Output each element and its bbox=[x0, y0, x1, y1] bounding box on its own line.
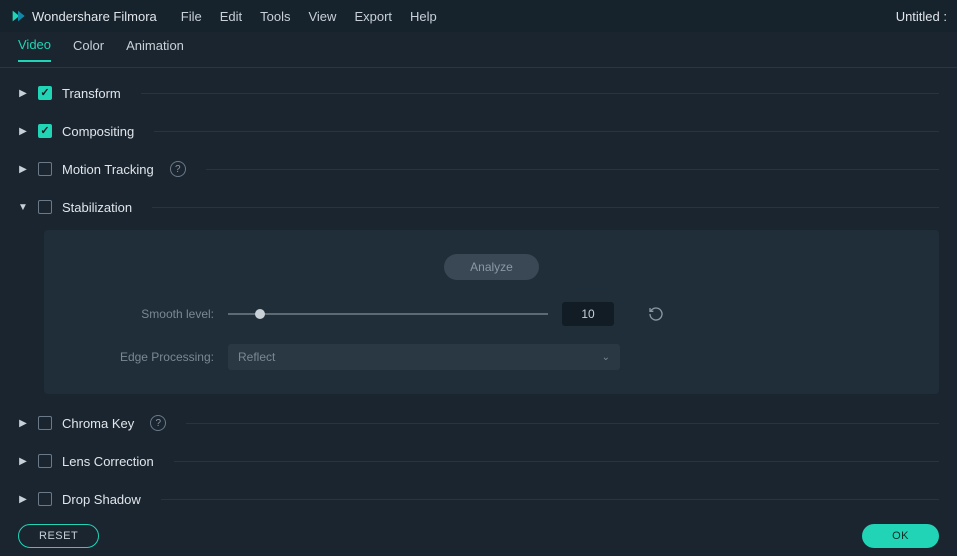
divider bbox=[206, 169, 939, 170]
chevron-right-icon[interactable]: ▶ bbox=[18, 418, 28, 429]
edge-processing-label: Edge Processing: bbox=[84, 350, 214, 364]
property-lens-correction: ▶ Lens Correction bbox=[18, 442, 939, 480]
property-stabilization: ▼ Stabilization bbox=[18, 188, 939, 226]
divider bbox=[186, 423, 939, 424]
select-value: Reflect bbox=[238, 350, 275, 364]
menu-file[interactable]: File bbox=[181, 9, 202, 24]
slider-thumb[interactable] bbox=[255, 309, 265, 319]
property-label: Lens Correction bbox=[62, 454, 154, 469]
reset-icon[interactable] bbox=[648, 306, 664, 322]
chevron-right-icon[interactable]: ▶ bbox=[18, 494, 28, 505]
menu-export[interactable]: Export bbox=[354, 9, 392, 24]
app-logo: Wondershare Filmora bbox=[10, 8, 157, 24]
menu-items: File Edit Tools View Export Help bbox=[181, 9, 437, 24]
app-name: Wondershare Filmora bbox=[32, 9, 157, 24]
ok-button[interactable]: OK bbox=[862, 524, 939, 548]
checkbox-stabilization[interactable] bbox=[38, 200, 52, 214]
checkbox-drop-shadow[interactable] bbox=[38, 492, 52, 506]
divider bbox=[154, 131, 939, 132]
checkbox-lens-correction[interactable] bbox=[38, 454, 52, 468]
tab-color[interactable]: Color bbox=[73, 38, 104, 61]
reset-button[interactable]: RESET bbox=[18, 524, 99, 548]
smooth-level-value[interactable]: 10 bbox=[562, 302, 614, 326]
menu-help[interactable]: Help bbox=[410, 9, 437, 24]
checkbox-motion-tracking[interactable] bbox=[38, 162, 52, 176]
tab-video[interactable]: Video bbox=[18, 37, 51, 62]
help-icon[interactable]: ? bbox=[170, 161, 186, 177]
property-transform: ▶ Transform bbox=[18, 74, 939, 112]
property-panel: ▶ Transform ▶ Compositing ▶ Motion Track… bbox=[0, 68, 957, 516]
menu-tools[interactable]: Tools bbox=[260, 9, 290, 24]
divider bbox=[141, 93, 939, 94]
tab-bar: Video Color Animation bbox=[0, 32, 957, 68]
checkbox-compositing[interactable] bbox=[38, 124, 52, 138]
menu-view[interactable]: View bbox=[308, 9, 336, 24]
property-label: Drop Shadow bbox=[62, 492, 141, 507]
chevron-down-icon: ⌄ bbox=[602, 352, 610, 363]
chevron-down-icon[interactable]: ▼ bbox=[18, 202, 28, 213]
bottom-bar: RESET OK bbox=[0, 516, 957, 556]
filmora-logo-icon bbox=[10, 8, 26, 24]
divider bbox=[161, 499, 939, 500]
analyze-row: Analyze bbox=[84, 254, 899, 280]
property-label: Chroma Key bbox=[62, 416, 134, 431]
property-drop-shadow: ▶ Drop Shadow bbox=[18, 480, 939, 516]
property-label: Stabilization bbox=[62, 200, 132, 215]
edge-processing-row: Edge Processing: Reflect ⌄ bbox=[84, 344, 899, 370]
checkbox-chroma-key[interactable] bbox=[38, 416, 52, 430]
document-title: Untitled : bbox=[896, 9, 947, 24]
smooth-level-label: Smooth level: bbox=[84, 307, 214, 321]
divider bbox=[152, 207, 939, 208]
chevron-right-icon[interactable]: ▶ bbox=[18, 164, 28, 175]
checkbox-transform[interactable] bbox=[38, 86, 52, 100]
property-motion-tracking: ▶ Motion Tracking ? bbox=[18, 150, 939, 188]
menu-bar: Wondershare Filmora File Edit Tools View… bbox=[0, 0, 957, 32]
property-label: Compositing bbox=[62, 124, 134, 139]
tab-animation[interactable]: Animation bbox=[126, 38, 184, 61]
chevron-right-icon[interactable]: ▶ bbox=[18, 456, 28, 467]
chevron-right-icon[interactable]: ▶ bbox=[18, 88, 28, 99]
edge-processing-select[interactable]: Reflect ⌄ bbox=[228, 344, 620, 370]
smooth-level-row: Smooth level: 10 bbox=[84, 302, 899, 326]
property-label: Motion Tracking bbox=[62, 162, 154, 177]
property-chroma-key: ▶ Chroma Key ? bbox=[18, 404, 939, 442]
property-label: Transform bbox=[62, 86, 121, 101]
menu-edit[interactable]: Edit bbox=[220, 9, 242, 24]
property-compositing: ▶ Compositing bbox=[18, 112, 939, 150]
analyze-button[interactable]: Analyze bbox=[444, 254, 539, 280]
help-icon[interactable]: ? bbox=[150, 415, 166, 431]
divider bbox=[174, 461, 939, 462]
stabilization-panel: Analyze Smooth level: 10 Edge Processing… bbox=[44, 230, 939, 394]
smooth-level-slider[interactable] bbox=[228, 313, 548, 315]
chevron-right-icon[interactable]: ▶ bbox=[18, 126, 28, 137]
